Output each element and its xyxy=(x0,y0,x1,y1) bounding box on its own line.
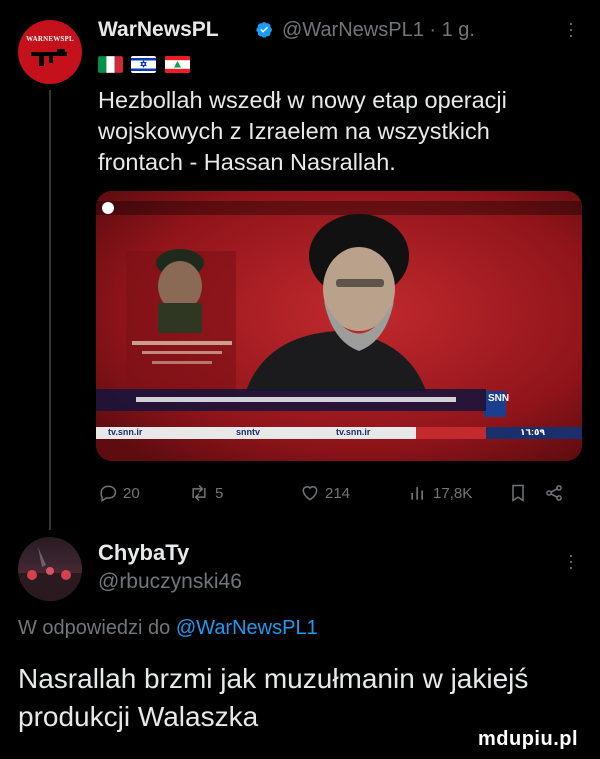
separator-dot: · xyxy=(429,19,437,41)
flag-lebanon-icon xyxy=(164,56,190,73)
retweet-icon xyxy=(192,484,206,502)
reply-author-handle[interactable]: @rbuczynski46 xyxy=(98,570,242,594)
retweet-button[interactable]: 5 xyxy=(188,483,223,503)
post-time[interactable]: 1 g. xyxy=(442,19,475,41)
heart-icon xyxy=(302,486,318,501)
reply-count: 20 xyxy=(123,484,140,502)
flag-italy-icon xyxy=(98,56,123,73)
bottom-bar-handle: snntv xyxy=(236,427,261,437)
retweet-count: 5 xyxy=(215,484,224,502)
reply-more-options-icon[interactable]: · · · xyxy=(566,546,576,576)
flag-emojis xyxy=(98,56,194,78)
author-name[interactable]: WarNewsPL xyxy=(98,18,219,42)
avatar-photo xyxy=(18,547,82,601)
in-reply-prefix: W odpowiedzi do xyxy=(18,617,176,639)
reply-icon xyxy=(100,485,117,502)
more-options-icon[interactable]: · · · xyxy=(566,14,576,44)
avatar-logo-text: WARNEWSPL xyxy=(26,35,74,43)
author-handle[interactable]: @WarNewsPL1 xyxy=(282,19,424,41)
handle-and-time: @WarNewsPL1 · 1 g. xyxy=(282,19,475,42)
reply-author-name[interactable]: ChybaTy xyxy=(98,540,189,566)
flag-israel-icon xyxy=(131,56,157,73)
reply-text: Nasrallah brzmi jak muzułmanin w jakiejś… xyxy=(18,663,529,732)
reply-button[interactable]: 20 xyxy=(98,483,140,503)
reply-author-avatar[interactable] xyxy=(18,537,82,601)
rifle-icon xyxy=(31,49,67,66)
views-bar-chart-icon xyxy=(411,487,423,500)
tweet-media-image[interactable]: SNN ١٦:٥٩ tv.snn.ir snntv tv.snn.ir xyxy=(96,191,582,461)
bottom-bar-site-1: tv.snn.ir xyxy=(108,427,143,437)
bookmark-icon xyxy=(512,484,524,502)
share-button[interactable] xyxy=(544,483,564,503)
view-count: 17,8K xyxy=(433,484,473,502)
like-button[interactable]: 214 xyxy=(300,483,350,503)
in-reply-mention-link[interactable]: @WarNewsPL1 xyxy=(176,617,318,639)
in-reply-to: W odpowiedzi do @WarNewsPL1 xyxy=(18,617,318,640)
verified-badge-icon xyxy=(256,22,272,38)
ticker-time: ١٦:٥٩ xyxy=(520,427,545,437)
tweet-text: Hezbollah wszedł w nowy etap operacji wo… xyxy=(98,87,507,175)
bottom-bar-site-2: tv.snn.ir xyxy=(336,427,371,437)
bookmark-button[interactable] xyxy=(508,483,528,503)
share-icon xyxy=(546,485,562,501)
views-button[interactable]: 17,8K xyxy=(408,483,472,503)
watermark: mdupiu.pl xyxy=(478,728,579,750)
thread-line xyxy=(49,90,51,530)
author-avatar[interactable]: WARNEWSPL xyxy=(18,20,82,84)
like-count: 214 xyxy=(325,484,351,502)
tv-broadcast-image xyxy=(96,191,582,461)
snn-logo: SNN xyxy=(488,393,510,404)
